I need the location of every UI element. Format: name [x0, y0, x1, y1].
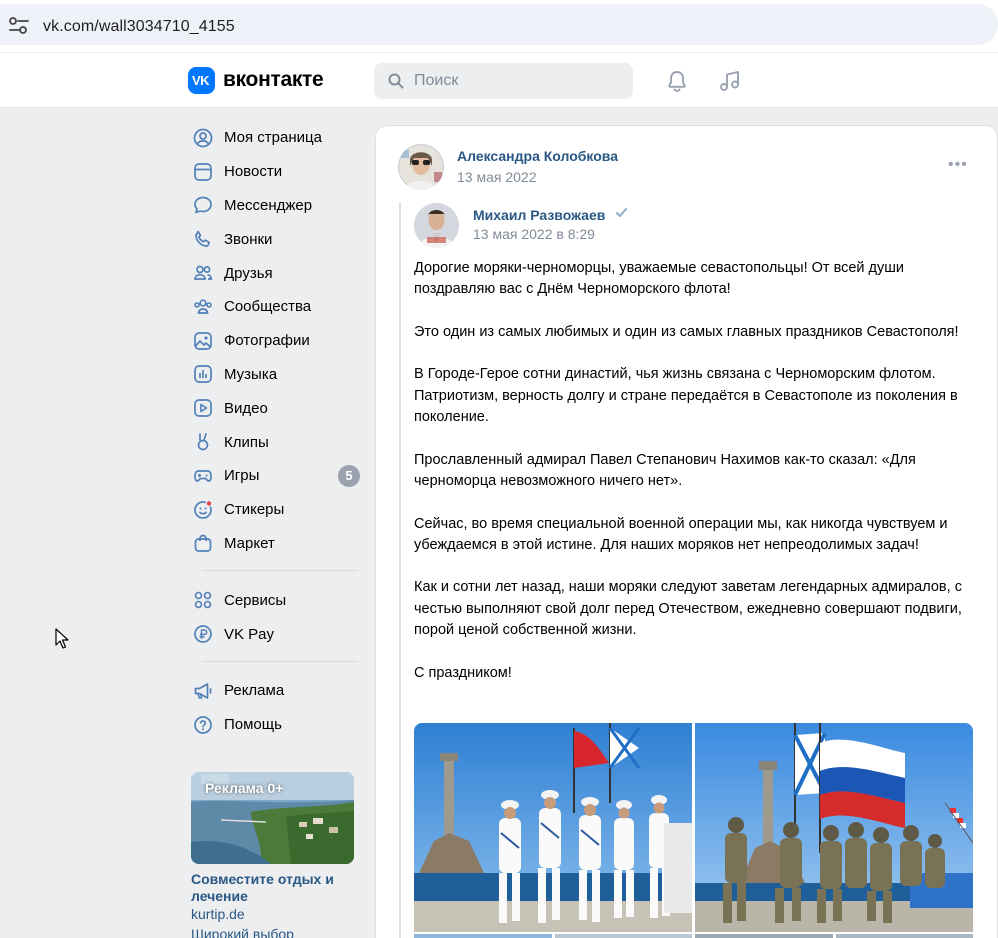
sidebar-item-photos[interactable]: Фотографии [188, 324, 363, 358]
sidebar-item-calls[interactable]: Звонки [188, 222, 363, 256]
video-icon [192, 397, 214, 419]
post-photo-5[interactable] [695, 934, 833, 938]
post-paragraph: В Городе-Герое сотни династий, чья жизнь… [414, 366, 958, 426]
vk-brand-name[interactable]: вконтакте [223, 68, 324, 92]
ad-image[interactable]: Реклама 0+ [191, 772, 354, 864]
sidebar-item-games[interactable]: Игры 5 [188, 459, 363, 493]
sticker-icon [192, 499, 214, 521]
sidebar-item-label: Мессенджер [224, 196, 313, 214]
notifications-bell-icon[interactable] [665, 69, 689, 93]
post-text: Дорогие моряки-черноморцы, уважаемые сев… [414, 258, 979, 705]
phone-icon [192, 228, 214, 250]
vk-header: VK вконтакте [0, 53, 998, 108]
post-photo-marines[interactable] [695, 723, 973, 932]
sidebar-item-label: Видео [224, 399, 268, 417]
sidebar-divider [202, 570, 358, 572]
sidebar-item-label: Сервисы [224, 591, 287, 609]
search-icon [388, 73, 404, 89]
repost-author-name[interactable]: Михаил Развожаев [473, 207, 605, 223]
sidebar-item-label: Стикеры [224, 501, 285, 519]
user-circle-icon [192, 127, 214, 149]
sidebar-divider [202, 660, 358, 662]
sidebar-item-video[interactable]: Видео [188, 391, 363, 425]
repost-indicator-line [399, 202, 401, 938]
sidebar-item-vkpay[interactable]: VK Pay [188, 617, 363, 651]
sidebar-item-clips[interactable]: Клипы [188, 425, 363, 459]
ad-site[interactable]: kurtip.de [191, 906, 245, 922]
left-sidebar: Моя страница Новости Мессенджер Звонки Д… [188, 121, 363, 742]
news-icon [192, 161, 214, 183]
post-paragraph: Как и сотни лет назад, наши моряки следу… [414, 579, 962, 639]
sidebar-item-market[interactable]: Маркет [188, 527, 363, 561]
sidebar-item-news[interactable]: Новости [188, 155, 363, 189]
post-more-menu-icon[interactable]: ••• [948, 156, 968, 174]
games-count-badge: 5 [338, 464, 360, 487]
sidebar-item-ads[interactable]: Реклама [188, 674, 363, 708]
sidebar-item-label: VK Pay [224, 625, 275, 643]
verified-check-icon [616, 208, 627, 217]
mouse-cursor-icon [55, 628, 69, 649]
post-paragraph: С праздником! [414, 664, 512, 681]
sidebar-item-label: Музыка [224, 365, 278, 383]
post-date[interactable]: 13 мая 2022 [457, 169, 537, 185]
post-author-name[interactable]: Александра Колобкова [457, 148, 618, 164]
music-note-icon[interactable] [718, 69, 742, 93]
post-paragraph: Сейчас, во время специальной военной опе… [414, 515, 948, 553]
photo-icon [192, 330, 214, 352]
friends-icon [192, 262, 214, 284]
sidebar-item-label: Помощь [224, 716, 282, 734]
post-photo-4[interactable] [555, 934, 692, 938]
post-paragraph: Дорогие моряки-черноморцы, уважаемые сев… [414, 260, 904, 298]
browser-address-bar: vk.com/wall3034710_4155 [0, 0, 998, 52]
sidebar-item-my-page[interactable]: Моя страница [188, 121, 363, 155]
vk-logo-icon[interactable]: VK [188, 67, 215, 94]
sidebar-item-label: Новости [224, 163, 283, 181]
sidebar-item-communities[interactable]: Сообщества [188, 290, 363, 324]
url-text[interactable]: vk.com/wall3034710_4155 [43, 18, 235, 36]
sidebar-item-label: Реклама [224, 682, 285, 700]
sidebar-item-label: Маркет [224, 534, 275, 552]
repost-author-avatar[interactable] [414, 203, 459, 248]
sidebar-item-label: Друзья [224, 264, 273, 282]
post-photo-3[interactable] [414, 934, 552, 938]
sidebar-item-label: Сообщества [224, 298, 312, 316]
sidebar-item-music[interactable]: Музыка [188, 358, 363, 392]
search-input[interactable] [414, 71, 614, 91]
post-paragraph: Это один из самых любимых и один из самы… [414, 323, 959, 340]
sidebar-item-messenger[interactable]: Мессенджер [188, 189, 363, 223]
post-photo-6[interactable] [836, 934, 973, 938]
ad-description[interactable]: Широкий выбор [191, 926, 294, 938]
sidebar-item-label: Звонки [224, 230, 273, 248]
sidebar-item-label: Фотографии [224, 332, 310, 350]
market-bag-icon [192, 532, 214, 554]
communities-icon [192, 296, 214, 318]
repost-date[interactable]: 13 мая 2022 в 8:29 [473, 226, 595, 242]
help-icon [192, 714, 214, 736]
site-settings-icon[interactable] [8, 17, 30, 35]
message-icon [192, 194, 214, 216]
megaphone-icon [192, 680, 214, 702]
sidebar-item-label: Игры [224, 467, 260, 485]
clips-icon [192, 431, 214, 453]
sidebar-item-help[interactable]: Помощь [188, 708, 363, 742]
search-box[interactable] [374, 63, 633, 99]
url-field[interactable]: vk.com/wall3034710_4155 [0, 4, 998, 45]
sidebar-item-stickers[interactable]: Стикеры [188, 493, 363, 527]
services-grid-icon [192, 589, 214, 611]
post-photo-sailors[interactable] [414, 723, 692, 932]
sidebar-item-label: Моя страница [224, 129, 322, 147]
ad-label: Реклама 0+ [205, 780, 284, 796]
gamepad-icon [192, 465, 214, 487]
author-avatar[interactable] [398, 144, 444, 190]
sidebar-item-services[interactable]: Сервисы [188, 583, 363, 617]
sidebar-item-label: Клипы [224, 433, 269, 451]
post-paragraph: Прославленный адмирал Павел Степанович Н… [414, 451, 916, 489]
ad-title[interactable]: Совместите отдых и лечение [191, 871, 361, 905]
vkpay-icon [192, 623, 214, 645]
music-icon [192, 363, 214, 385]
sidebar-item-friends[interactable]: Друзья [188, 256, 363, 290]
